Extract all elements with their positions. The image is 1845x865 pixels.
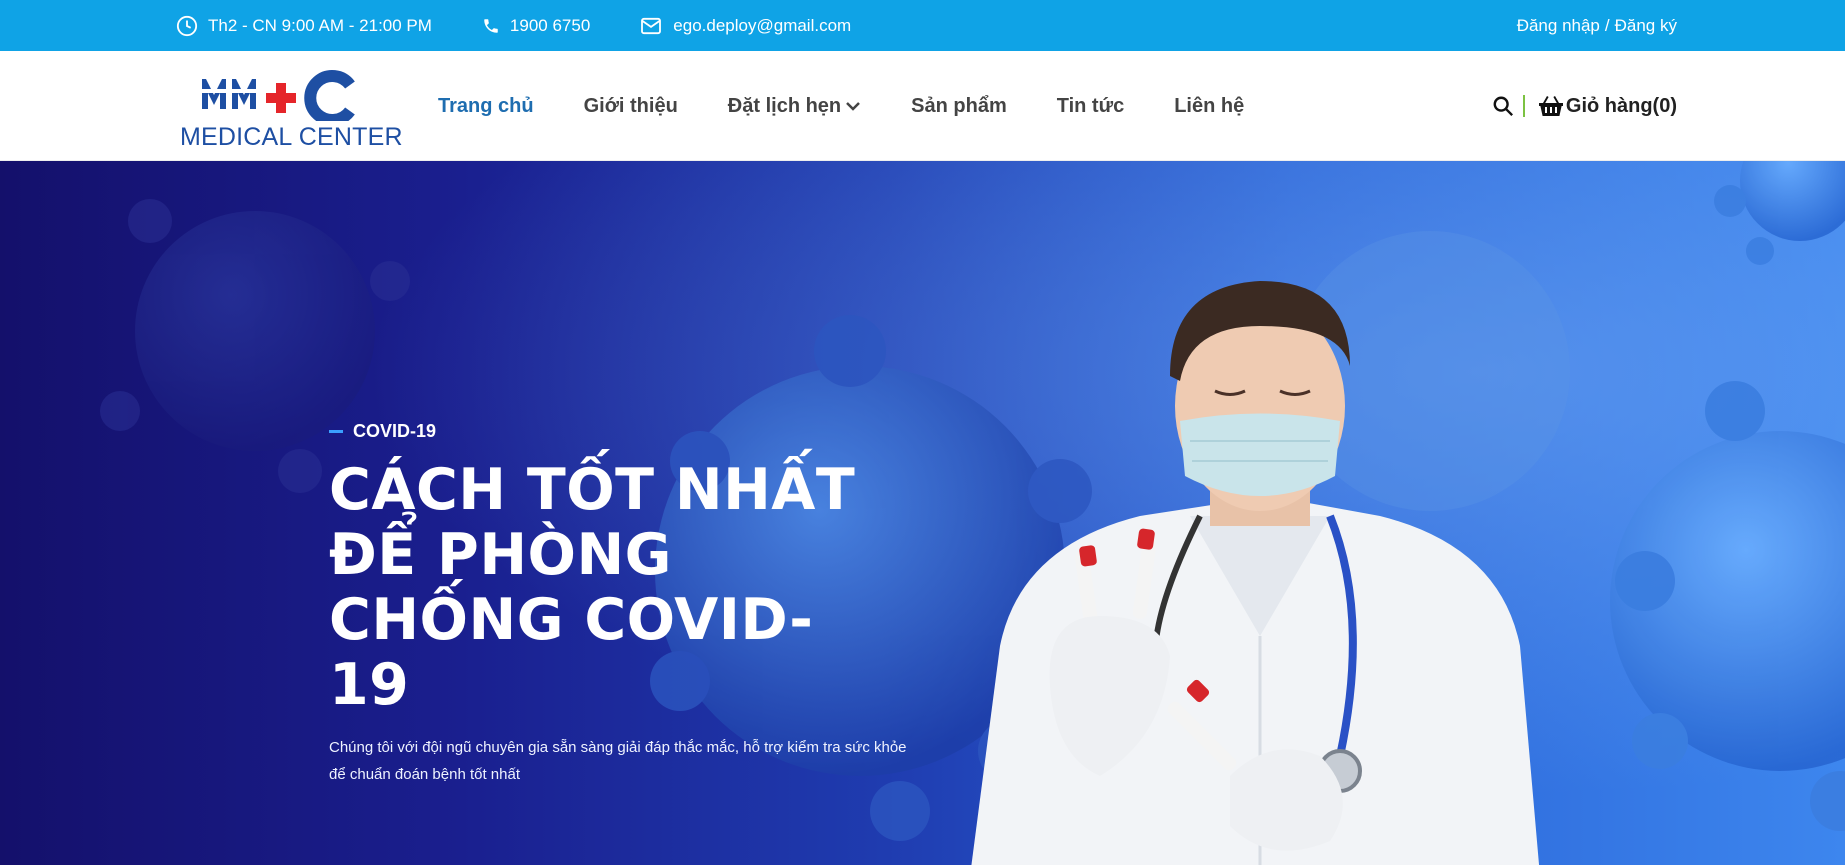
auth-links: Đăng nhập / Đăng ký <box>1517 16 1677 36</box>
search-icon <box>1493 96 1513 117</box>
logo-text: MEDICAL CENTER <box>180 123 403 151</box>
login-link[interactable]: Đăng nhập <box>1517 16 1600 36</box>
nav-products[interactable]: Sản phẩm <box>911 95 1007 118</box>
search-button[interactable] <box>1492 95 1525 117</box>
nav-home-label: Trang chủ <box>438 94 534 117</box>
hero-description: Chúng tôi với đội ngũ chuyên gia sẵn sàn… <box>329 739 907 783</box>
main-header: MEDICAL CENTER Trang chủ Giới thiệu Đặt … <box>0 51 1845 161</box>
site-logo[interactable]: MEDICAL CENTER <box>180 65 403 151</box>
nav-about-label: Giới thiệu <box>583 94 678 117</box>
clock-icon <box>176 15 198 36</box>
hero-title: CÁCH TỐT NHẤT ĐỂ PHÒNG CHỐNG COVID-19 <box>329 457 856 718</box>
nav-news-label: Tin tức <box>1056 94 1125 117</box>
basket-icon <box>1538 96 1563 116</box>
logo-mark <box>200 70 355 121</box>
email-contact[interactable]: ego.deploy@gmail.com <box>640 16 851 36</box>
business-hours: Th2 - CN 9:00 AM - 21:00 PM <box>176 15 432 37</box>
envelope-icon <box>641 17 662 34</box>
nav-appointment-label: Đặt lịch hẹn <box>727 94 842 117</box>
cart-button[interactable]: Giỏ hàng(0) <box>1538 94 1677 118</box>
nav-contact-label: Liên hệ <box>1174 94 1245 117</box>
nav-products-label: Sản phẩm <box>911 94 1007 117</box>
hero-banner: COVID-19 CÁCH TỐT NHẤT ĐỂ PHÒNG CHỐNG CO… <box>0 161 1845 865</box>
phone-text: 1900 6750 <box>509 15 591 35</box>
hero-content: COVID-19 CÁCH TỐT NHẤT ĐỂ PHÒNG CHỐNG CO… <box>329 421 929 788</box>
phone-contact[interactable]: 1900 6750 <box>482 16 590 36</box>
doctor-image <box>971 281 1540 865</box>
hero-tag: COVID-19 <box>329 421 929 442</box>
hours-text: Th2 - CN 9:00 AM - 21:00 PM <box>208 15 432 35</box>
header-actions: Giỏ hàng(0) <box>1492 51 1677 161</box>
tag-dash <box>329 430 343 433</box>
cart-label: Giỏ hàng(0) <box>1565 94 1677 117</box>
nav-home[interactable]: Trang chủ <box>438 95 534 118</box>
nav-news[interactable]: Tin tức <box>1057 95 1124 118</box>
register-link[interactable]: Đăng ký <box>1615 16 1677 36</box>
chevron-down-icon <box>846 102 861 111</box>
phone-icon <box>484 18 498 33</box>
nav-appointment[interactable]: Đặt lịch hẹn <box>728 95 861 118</box>
nav-about[interactable]: Giới thiệu <box>584 95 678 118</box>
email-text: ego.deploy@gmail.com <box>673 15 852 35</box>
top-bar: Th2 - CN 9:00 AM - 21:00 PM 1900 6750 eg… <box>0 0 1845 51</box>
nav-contact[interactable]: Liên hệ <box>1174 95 1244 118</box>
main-nav: Trang chủ Giới thiệu Đặt lịch hẹn Sản ph… <box>438 51 1294 161</box>
hero-tag-text: COVID-19 <box>353 421 437 441</box>
auth-separator: / <box>1604 15 1610 35</box>
